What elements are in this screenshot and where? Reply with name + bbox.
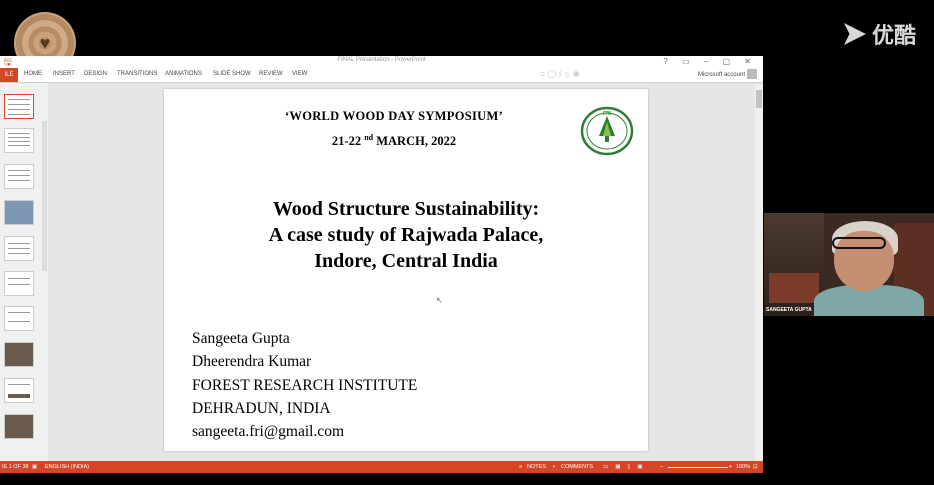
slide-thumbnail[interactable] bbox=[4, 306, 34, 331]
slide-thumbnail[interactable] bbox=[4, 342, 34, 367]
institute-location: DEHRADUN, INDIA bbox=[192, 400, 331, 417]
tab-animations[interactable]: ANIMATIONS bbox=[165, 71, 202, 77]
fit-slide-icon[interactable]: ⊡ bbox=[753, 461, 758, 473]
tab-view[interactable]: VIEW bbox=[292, 71, 307, 77]
heart-icon: ♥ bbox=[39, 33, 51, 53]
spellcheck-icon[interactable]: ▣ bbox=[32, 461, 37, 473]
tab-slide-show[interactable]: SLIDE SHOW bbox=[213, 71, 251, 77]
slide-canvas[interactable]: ‘WORLD WOOD DAY SYMPOSIUM’ 21-22 nd MARC… bbox=[164, 89, 648, 451]
tab-insert[interactable]: INSERT bbox=[53, 71, 75, 77]
account-label[interactable]: Microsoft account bbox=[698, 72, 745, 78]
fri-logo-text: FRI bbox=[603, 111, 612, 117]
slide-thumbnail[interactable] bbox=[4, 200, 34, 225]
notes-button[interactable]: NOTES bbox=[527, 461, 546, 473]
account-avatar-icon[interactable] bbox=[747, 69, 757, 79]
zoom-level[interactable]: 100% bbox=[736, 461, 750, 473]
language-indicator[interactable]: ENGLISH (INDIA) bbox=[45, 461, 89, 473]
title-line-3: Indore, Central India bbox=[314, 250, 498, 272]
youku-play-icon bbox=[843, 23, 866, 45]
tab-review[interactable]: REVIEW bbox=[259, 71, 283, 77]
contact-email: sangeeta.fri@gmail.com bbox=[192, 423, 344, 440]
video-background-shelf bbox=[769, 273, 819, 303]
title-line-2: A case study of Rajwada Palace, bbox=[268, 224, 544, 246]
tab-file[interactable]: ILE bbox=[0, 68, 18, 82]
zoom-slider[interactable] bbox=[668, 467, 728, 468]
view-buttons[interactable]: ▭▦▯▣ bbox=[603, 461, 650, 473]
notes-icon: ≡ bbox=[519, 464, 523, 470]
youku-brand-text: 优酷 bbox=[871, 23, 916, 48]
zoom-out-button[interactable]: – bbox=[660, 461, 663, 473]
ribbon-tabs: ILE HOME INSERT DESIGN TRANSITIONS ANIMA… bbox=[0, 68, 763, 83]
symposium-date: 21-22 nd MARCH, 2022 bbox=[331, 133, 457, 149]
slide-thumbnail[interactable] bbox=[4, 378, 34, 403]
mouse-cursor-icon: ↖ bbox=[436, 296, 443, 305]
ribbon-decoration: ⌗ ◯ ⌇ ⊚ ◉ bbox=[540, 69, 580, 79]
thumbnail-scrollbar[interactable] bbox=[42, 121, 47, 271]
comments-button[interactable]: COMMENTS bbox=[561, 461, 593, 473]
slide-thumbnail[interactable] bbox=[4, 128, 34, 153]
status-bar: IE 1 OF 38 ▣ ENGLISH (INDIA) ≡ NOTES ▪ C… bbox=[0, 461, 763, 473]
window-controls[interactable]: ? ▭ – ▢ ✕ bbox=[663, 57, 757, 66]
fri-logo: FRI bbox=[580, 106, 634, 156]
symposium-heading: ‘WORLD WOOD DAY SYMPOSIUM’ bbox=[284, 109, 504, 123]
slide-thumbnail[interactable] bbox=[4, 414, 34, 439]
slide-thumbnail[interactable] bbox=[4, 236, 34, 261]
tab-transitions[interactable]: TRANSITIONS bbox=[117, 71, 157, 77]
slide-thumbnail[interactable] bbox=[4, 94, 34, 119]
institute-name: FOREST RESEARCH INSTITUTE bbox=[192, 377, 418, 394]
tab-home[interactable]: HOME bbox=[24, 71, 42, 77]
slide-counter: IE 1 OF 38 bbox=[2, 464, 29, 470]
participant-video[interactable] bbox=[764, 213, 934, 316]
zoom-in-button[interactable]: + bbox=[729, 461, 732, 473]
slide-thumbnail[interactable] bbox=[4, 164, 34, 189]
author-name-2: Dheerendra Kumar bbox=[192, 353, 312, 370]
slide-title: Wood Structure Sustainability: A case st… bbox=[164, 196, 648, 274]
scrollbar-thumb[interactable] bbox=[756, 90, 762, 108]
author-name-1: Sangeeta Gupta bbox=[192, 330, 290, 347]
title-bar: 🖫 FINAL Presentation - PowerPoint ? ▭ – … bbox=[0, 56, 763, 68]
comments-icon: ▪ bbox=[553, 464, 555, 470]
window-title: FINAL Presentation - PowerPoint bbox=[337, 57, 426, 63]
slide-thumbnail-pane bbox=[0, 83, 48, 461]
title-line-1: Wood Structure Sustainability: bbox=[272, 198, 540, 220]
slide-thumbnail[interactable] bbox=[4, 271, 34, 296]
participant-name-label: SANGEETA GUPTA bbox=[766, 307, 812, 313]
slide-scrollbar[interactable] bbox=[755, 84, 763, 464]
video-person-glasses bbox=[832, 237, 886, 249]
youku-logo: 优酷 bbox=[843, 18, 916, 50]
tab-design[interactable]: DESIGN bbox=[84, 71, 107, 77]
